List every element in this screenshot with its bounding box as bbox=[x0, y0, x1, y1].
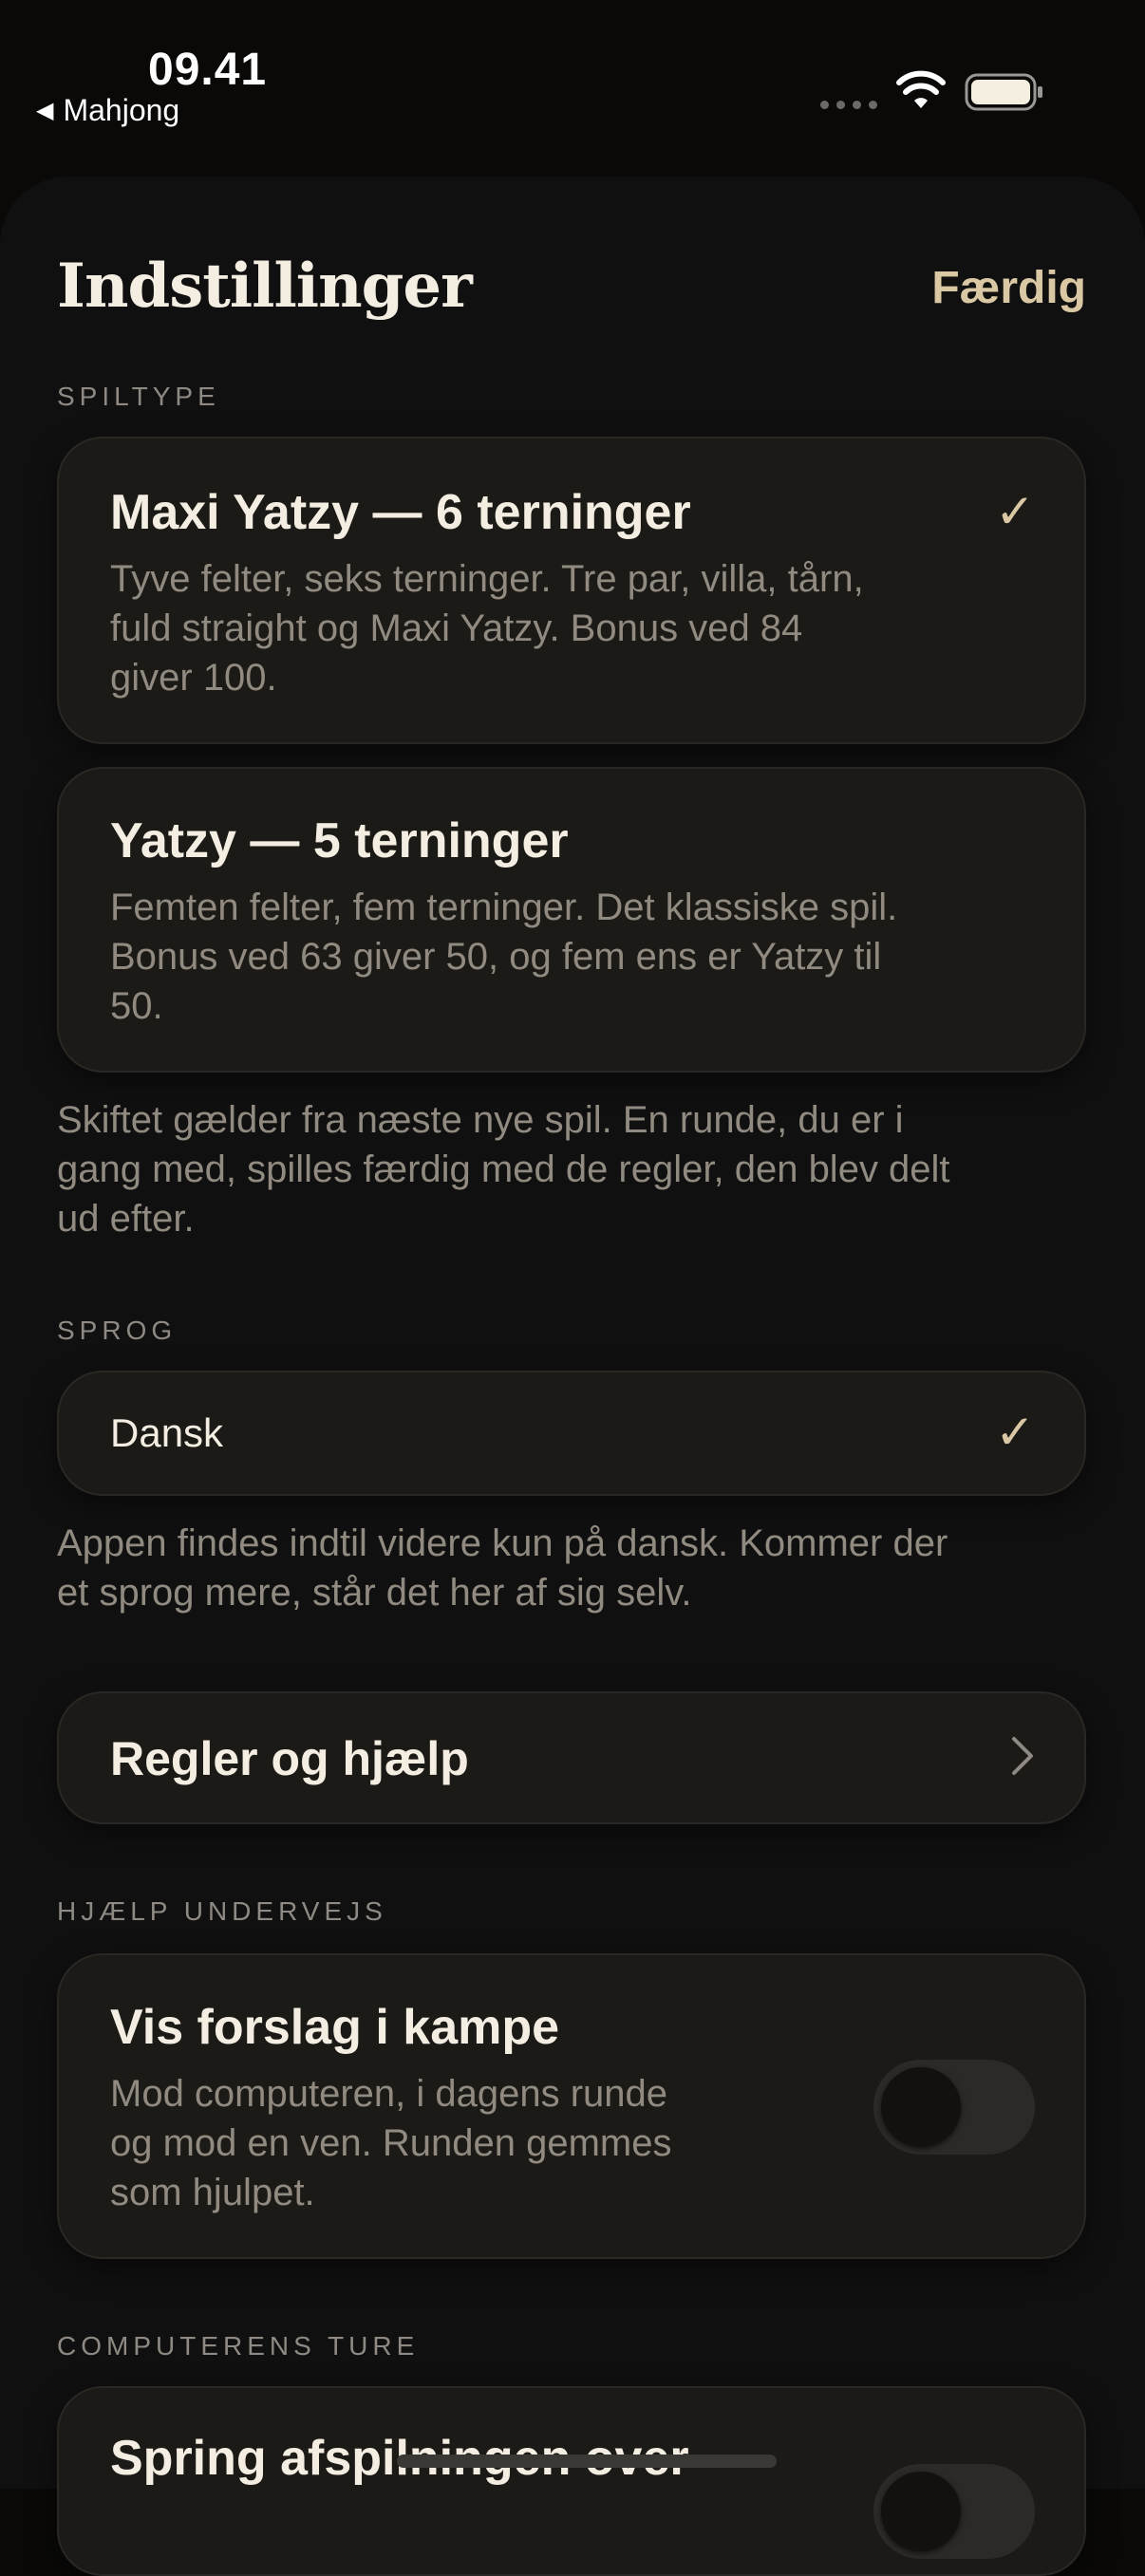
option-maxi-yatzy[interactable]: Maxi Yatzy — 6 terninger ✓ Tyve felter, … bbox=[57, 437, 1086, 744]
rules-and-help-row[interactable]: Regler og hjælp bbox=[57, 1691, 1086, 1824]
chevron-right-icon bbox=[1012, 1737, 1033, 1775]
page-title: Indstillinger bbox=[57, 251, 473, 322]
section-label-game-type: SPILTYPE bbox=[57, 382, 220, 411]
option-title: Yatzy — 5 terninger bbox=[110, 813, 569, 868]
option-description: Femten felter, fem terninger. Det klassi… bbox=[110, 887, 898, 1027]
back-triangle-icon: ◀ bbox=[36, 98, 54, 123]
checkmark-icon: ✓ bbox=[995, 485, 1035, 538]
language-label: Dansk bbox=[110, 1410, 224, 1455]
hints-description: Mod computeren, i dagens runde og mod en… bbox=[110, 2073, 672, 2213]
option-title: Maxi Yatzy — 6 terninger bbox=[110, 485, 691, 540]
dots-icon bbox=[820, 101, 877, 109]
option-yatzy[interactable]: Yatzy — 5 terninger Femten felter, fem t… bbox=[57, 767, 1086, 1073]
status-time: 09.41 bbox=[148, 45, 268, 95]
rules-label: Regler og hjælp bbox=[110, 1732, 469, 1785]
computer-turns-card: Spring afspilningen over bbox=[57, 2386, 1086, 2576]
back-to-app-link[interactable]: ◀ Mahjong bbox=[36, 93, 179, 128]
battery-icon bbox=[965, 73, 1042, 111]
back-app-label: Mahjong bbox=[63, 93, 180, 127]
home-indicator bbox=[397, 2455, 777, 2468]
section-label-computer-turns: COMPUTERENS TURE bbox=[57, 2331, 420, 2361]
status-bar: 09.41 ◀ Mahjong bbox=[0, 0, 1145, 171]
hints-card: Vis forslag i kampe Mod computeren, i da… bbox=[57, 1953, 1086, 2259]
section-label-language: SPROG bbox=[57, 1316, 178, 1345]
hints-toggle[interactable] bbox=[873, 2060, 1035, 2155]
toggle-knob bbox=[881, 2472, 961, 2551]
option-description: Tyve felter, seks terninger. Tre par, vi… bbox=[110, 558, 864, 699]
wifi-icon bbox=[896, 70, 946, 108]
toggle-knob bbox=[881, 2067, 961, 2147]
skip-playback-toggle[interactable] bbox=[873, 2464, 1035, 2559]
language-option-dansk[interactable]: Dansk ✓ bbox=[57, 1371, 1086, 1496]
game-type-note: Skiftet gælder fra næste nye spil. En ru… bbox=[57, 1099, 950, 1240]
language-note: Appen findes indtil videre kun på dansk.… bbox=[57, 1522, 948, 1614]
done-button[interactable]: Færdig bbox=[931, 262, 1086, 314]
section-label-hints: HJÆLP UNDERVEJS bbox=[57, 1896, 387, 1926]
hints-title: Vis forslag i kampe bbox=[110, 2000, 560, 2055]
checkmark-icon: ✓ bbox=[995, 1406, 1035, 1459]
